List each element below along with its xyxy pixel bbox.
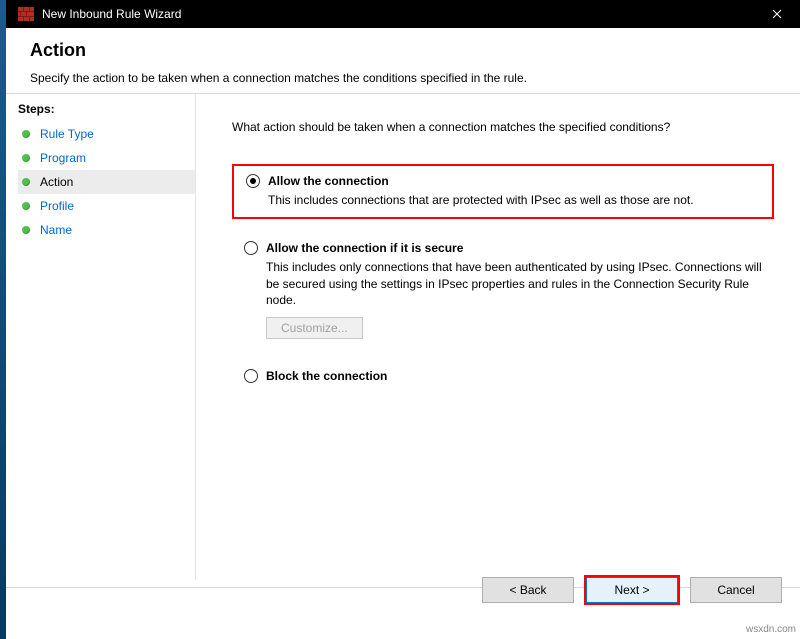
left-accent-strip bbox=[0, 0, 6, 639]
bullet-icon bbox=[22, 202, 30, 210]
watermark: wsxdn.com bbox=[746, 624, 796, 635]
option-block[interactable]: Block the connection bbox=[232, 361, 774, 391]
close-icon bbox=[772, 9, 782, 19]
step-rule-type[interactable]: Rule Type bbox=[18, 122, 195, 146]
radio-allow-secure[interactable] bbox=[244, 241, 258, 255]
bullet-icon bbox=[22, 130, 30, 138]
step-profile[interactable]: Profile bbox=[18, 194, 195, 218]
option-allow-title: Allow the connection bbox=[268, 174, 389, 188]
step-label: Action bbox=[40, 175, 73, 189]
next-button[interactable]: Next > bbox=[586, 577, 678, 603]
step-label: Rule Type bbox=[40, 127, 94, 141]
option-allow-secure-title: Allow the connection if it is secure bbox=[266, 241, 463, 255]
page-subtitle: Specify the action to be taken when a co… bbox=[30, 71, 788, 85]
option-block-title: Block the connection bbox=[266, 369, 387, 383]
option-allow-desc: This includes connections that are prote… bbox=[268, 192, 760, 209]
main-panel: What action should be taken when a conne… bbox=[196, 94, 800, 580]
cancel-button[interactable]: Cancel bbox=[690, 577, 782, 603]
step-action[interactable]: Action bbox=[18, 170, 195, 194]
titlebar: New Inbound Rule Wizard bbox=[6, 0, 800, 28]
step-label: Name bbox=[40, 223, 72, 237]
bullet-icon bbox=[22, 154, 30, 162]
wizard-header: Action Specify the action to be taken wh… bbox=[6, 28, 800, 93]
radio-allow[interactable] bbox=[246, 174, 260, 188]
close-button[interactable] bbox=[754, 0, 800, 28]
steps-title: Steps: bbox=[18, 102, 195, 116]
radio-block[interactable] bbox=[244, 369, 258, 383]
step-label: Program bbox=[40, 151, 86, 165]
option-allow[interactable]: Allow the connection This includes conne… bbox=[232, 164, 774, 219]
option-allow-secure[interactable]: Allow the connection if it is secure Thi… bbox=[232, 233, 774, 347]
wizard-footer: < Back Next > Cancel bbox=[482, 577, 782, 603]
option-allow-secure-desc: This includes only connections that have… bbox=[266, 259, 762, 309]
page-title: Action bbox=[30, 40, 788, 61]
step-label: Profile bbox=[40, 199, 74, 213]
step-program[interactable]: Program bbox=[18, 146, 195, 170]
firewall-icon bbox=[18, 7, 34, 21]
customize-button: Customize... bbox=[266, 317, 363, 339]
titlebar-text: New Inbound Rule Wizard bbox=[42, 7, 181, 21]
action-question: What action should be taken when a conne… bbox=[232, 120, 774, 134]
bullet-icon bbox=[22, 226, 30, 234]
steps-sidebar: Steps: Rule Type Program Action Profile … bbox=[6, 94, 196, 580]
bullet-icon bbox=[22, 178, 30, 186]
step-name[interactable]: Name bbox=[18, 218, 195, 242]
back-button[interactable]: < Back bbox=[482, 577, 574, 603]
